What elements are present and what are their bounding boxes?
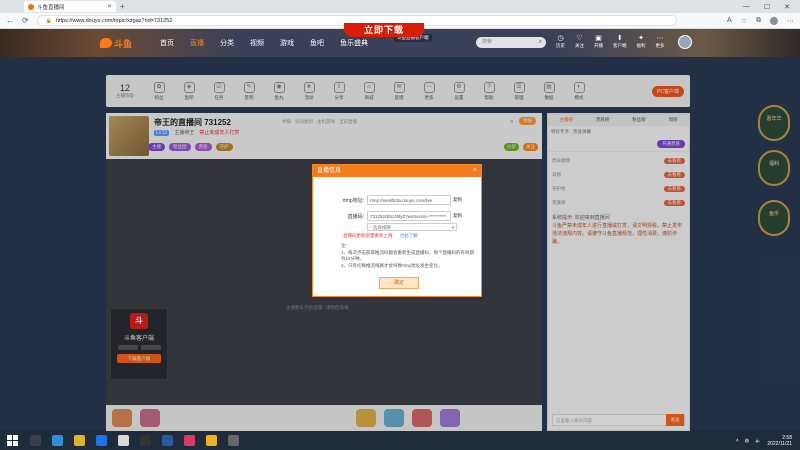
download-icon: ⬇ — [616, 35, 623, 42]
copy-code-button[interactable]: 复制 — [453, 213, 462, 219]
tab-title: 斗鱼直播间 — [37, 4, 65, 11]
clock-date: 2022/11/21 — [767, 440, 792, 447]
lock-icon: 🔒 — [45, 17, 52, 24]
nav-home[interactable]: 首页 — [160, 38, 174, 48]
windows-start-icon[interactable] — [7, 435, 18, 446]
refresh-icon[interactable]: ⟳ — [22, 16, 29, 25]
close-tab-icon[interactable]: ✕ — [107, 3, 112, 10]
note-1: 1、每次点击获取推流码都会重新生成直播码，每个直播码的有效期为15分钟。 — [341, 249, 475, 262]
download-promo-button[interactable]: 立即下载 — [344, 23, 424, 37]
browser-tab[interactable]: 斗鱼直播间 ✕ — [24, 1, 116, 12]
nav-live[interactable]: 直播 — [190, 38, 204, 48]
search-placeholder: 搜索 — [482, 39, 493, 45]
rtmp-label: rtmp地址: — [342, 197, 364, 204]
client-button[interactable]: ⬇ 客户端 — [613, 34, 627, 49]
dialog-notes: 注： 1、每次点击获取推流码都会重新生成直播码，每个直播码的有效期为15分钟。 … — [341, 243, 477, 269]
search-taskbar-icon[interactable] — [30, 435, 41, 446]
nav-category[interactable]: 分类 — [220, 38, 234, 48]
code-warning-text: 直播码更新后需重新上线 — [343, 233, 393, 238]
nav-video[interactable]: 视频 — [250, 38, 264, 48]
heart-icon: ♡ — [576, 35, 583, 42]
rtmp-row: rtmp地址: rtmp://sendfc3a.douyu.com/live 复… — [313, 195, 462, 205]
app-icon[interactable] — [118, 435, 129, 446]
new-tab-button[interactable]: + — [120, 2, 125, 11]
browser-tabbar: 斗鱼直播间 ✕ + — ☐ ✕ — [0, 0, 800, 13]
app-icon[interactable] — [206, 435, 217, 446]
clock-icon: ◷ — [557, 35, 564, 42]
rtmp-address-field[interactable]: rtmp://sendfc3a.douyu.com/live — [367, 195, 451, 205]
line-select-value: - 选择线路 - — [370, 224, 394, 230]
edge-icon[interactable] — [52, 435, 63, 446]
stream-code-label: 直播码: — [347, 213, 364, 220]
chevron-down-icon: ▾ — [451, 224, 454, 230]
network-icon[interactable]: ◍ — [745, 438, 749, 444]
dialog-title: 直播信息 — [317, 168, 342, 174]
read-aloud-icon[interactable]: A — [727, 17, 732, 25]
profile-avatar[interactable] — [770, 16, 778, 25]
chevron-up-icon[interactable]: ˄ — [736, 438, 739, 444]
nav-festival[interactable]: 鱼乐盛典 — [340, 38, 368, 48]
main-nav: 首页 直播 分类 视频 游戏 鱼吧 鱼乐盛典 — [160, 38, 368, 48]
app-icon[interactable] — [162, 435, 173, 446]
volume-icon[interactable]: 🔈 — [755, 438, 761, 444]
line-select-row: - 选择线路 - ▾ — [367, 223, 457, 231]
grid-icon: ⋯ — [656, 35, 664, 42]
nav-game[interactable]: 游戏 — [280, 38, 294, 48]
stream-info-dialog: 直播信息 × rtmp地址: rtmp://sendfc3a.douyu.com… — [312, 164, 482, 297]
back-arrow-icon[interactable]: ← — [6, 16, 14, 25]
favorite-star-icon[interactable]: ☆ — [741, 17, 747, 25]
system-tray: ˄ ◍ 🔈 2:58 2022/11/21 — [736, 435, 792, 447]
steam-icon[interactable] — [140, 435, 151, 446]
dialog-header: 直播信息 × — [313, 165, 481, 177]
follow-button[interactable]: ♡ 关注 — [575, 34, 584, 49]
confirm-button[interactable]: 确定 — [379, 277, 419, 289]
minimize-button[interactable]: — — [743, 3, 750, 11]
search-icon[interactable]: ⌕ — [539, 37, 542, 48]
fish-logo-icon — [100, 38, 112, 48]
note-2: 2、只有切换推流线路才会导致rtmp地址发生变化。 — [341, 262, 443, 268]
user-avatar[interactable] — [678, 35, 692, 49]
file-explorer-icon[interactable] — [74, 435, 85, 446]
copy-rtmp-button[interactable]: 复制 — [453, 197, 462, 203]
welfare-button[interactable]: ✦ 福利 — [637, 34, 646, 49]
logo-text: 斗鱼 — [114, 38, 133, 49]
more-menu-icon[interactable]: ⋯ — [787, 17, 794, 25]
douyu-logo[interactable]: 斗鱼 — [100, 37, 132, 50]
site-favicon-icon — [28, 3, 34, 10]
maximize-button[interactable]: ☐ — [764, 3, 770, 11]
close-icon[interactable]: × — [473, 165, 477, 177]
stream-code-row: 直播码: 731252rEbzJ5fyZ?wsSecret=**********… — [313, 211, 462, 221]
app-icon[interactable] — [184, 435, 195, 446]
gift-icon: ✦ — [638, 35, 644, 42]
learn-more-link[interactable]: 点此了解 — [400, 233, 418, 238]
line-select[interactable]: - 选择线路 - ▾ — [367, 223, 457, 231]
broadcast-button[interactable]: ▣ 开播 — [594, 34, 603, 49]
clock[interactable]: 2:58 2022/11/21 — [767, 435, 792, 447]
store-icon[interactable] — [96, 435, 107, 446]
nav-yuba[interactable]: 鱼吧 — [310, 38, 324, 48]
site-search-input[interactable]: 搜索 ⌕ — [476, 37, 546, 48]
history-button[interactable]: ◷ 历史 — [556, 34, 565, 49]
window-close-button[interactable]: ✕ — [784, 3, 790, 11]
url-text: https://www.douyu.com/topic/xzgaz?rid=73… — [55, 17, 173, 24]
code-warning: 直播码更新后需重新上线 点此了解 — [343, 233, 418, 239]
collections-icon[interactable]: ⧉ — [756, 17, 761, 25]
stream-code-field[interactable]: 731252rEbzJ5fyZ?wsSecret=********** — [367, 211, 451, 221]
windows-taskbar: ˄ ◍ 🔈 2:58 2022/11/21 — [0, 431, 800, 450]
obs-icon[interactable] — [228, 435, 239, 446]
camera-icon: ▣ — [595, 35, 602, 42]
more-button[interactable]: ⋯ 更多 — [656, 34, 665, 49]
